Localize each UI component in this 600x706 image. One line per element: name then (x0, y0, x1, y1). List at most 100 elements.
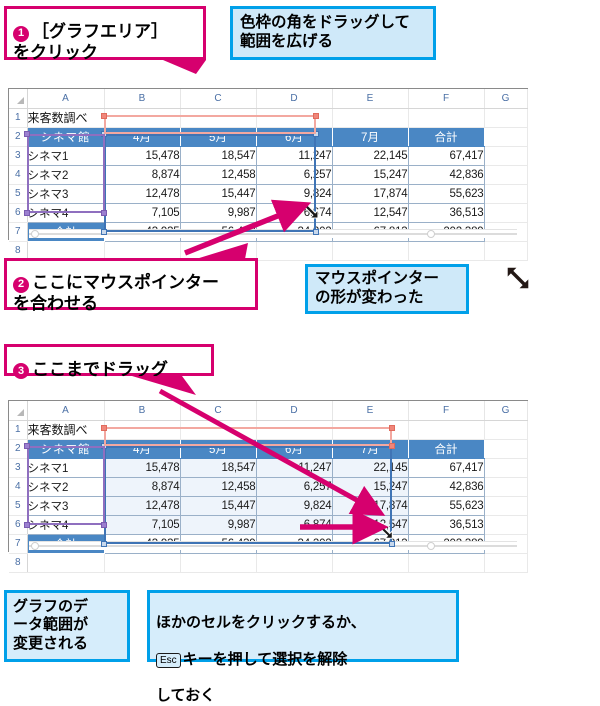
cell-D1-after[interactable] (256, 420, 333, 440)
cell-G1[interactable] (484, 108, 528, 128)
col-header-F[interactable]: F (408, 89, 485, 109)
cell-G6-after[interactable] (484, 515, 528, 535)
series-handle-bottom-left-before[interactable] (101, 229, 107, 235)
cell-F5[interactable]: 55,623 (407, 183, 485, 204)
row-header-4-after[interactable]: 4 (9, 477, 28, 497)
cell-E1[interactable] (332, 108, 409, 128)
cell-B6[interactable]: 7,105 (103, 202, 181, 223)
cell-D4[interactable]: 6,257 (255, 164, 333, 185)
category-handle-top-right-before[interactable] (313, 113, 319, 119)
series-handle-top-left-before[interactable] (101, 131, 107, 137)
cell-B3-after[interactable]: 15,478 (103, 457, 181, 478)
cell-F4-after[interactable]: 42,836 (407, 476, 485, 497)
series-handle-bottom-left-after[interactable] (101, 541, 107, 547)
row-header-8-after[interactable]: 8 (9, 553, 28, 573)
cell-G8-after[interactable] (484, 553, 528, 573)
cell-A6[interactable]: シネマ4 (26, 202, 105, 223)
cell-F8-after[interactable] (408, 553, 485, 573)
cell-C4-after[interactable]: 12,458 (179, 476, 257, 497)
category-handle-top-right-after[interactable] (389, 425, 395, 431)
cell-A5-after[interactable]: シネマ3 (26, 495, 105, 516)
cell-B4[interactable]: 8,874 (103, 164, 181, 185)
cell-E5-after[interactable]: 17,874 (331, 495, 409, 516)
cell-C5-after[interactable]: 15,447 (179, 495, 257, 516)
cell-D2-header[interactable]: 6月 (256, 127, 333, 147)
cell-E2-header[interactable]: 7月 (332, 127, 409, 147)
cell-A3[interactable]: シネマ1 (26, 145, 105, 166)
cell-B2-header[interactable]: 4月 (104, 127, 181, 147)
col-header-F-after[interactable]: F (408, 401, 485, 421)
label-handle-bottom-right-before[interactable] (101, 210, 107, 216)
scrollbar-left-knob-after[interactable] (31, 542, 39, 550)
cell-A2-header-after[interactable]: シネマ館 (27, 439, 105, 459)
cell-A5[interactable]: シネマ3 (26, 183, 105, 204)
cell-F6[interactable]: 36,513 (407, 202, 485, 223)
cell-F6-after[interactable]: 36,513 (407, 514, 485, 535)
row-header-4[interactable]: 4 (9, 165, 28, 185)
cell-D8-after[interactable] (256, 553, 333, 573)
col-header-E[interactable]: E (332, 89, 409, 109)
cell-E3-after[interactable]: 22,145 (331, 457, 409, 478)
col-header-C-after[interactable]: C (180, 401, 257, 421)
cell-F1[interactable] (408, 108, 485, 128)
scrollbar-right-knob-after[interactable] (427, 542, 435, 550)
cell-A8-after[interactable] (27, 553, 105, 573)
cell-D3-after[interactable]: 11,247 (255, 457, 333, 478)
cell-C2-header-after[interactable]: 5月 (180, 439, 257, 459)
cell-B2-header-after[interactable]: 4月 (104, 439, 181, 459)
cell-G3-after[interactable] (484, 458, 528, 478)
series-handle-bottom-right-before[interactable] (313, 229, 319, 235)
cell-D5-after[interactable]: 9,824 (255, 495, 333, 516)
col-header-D[interactable]: D (256, 89, 333, 109)
row-header-1[interactable]: 1 (9, 108, 28, 128)
cell-G6[interactable] (484, 203, 528, 223)
col-header-A[interactable]: A (27, 89, 105, 109)
cell-F3-after[interactable]: 67,417 (407, 457, 485, 478)
cell-D4-after[interactable]: 6,257 (255, 476, 333, 497)
cell-C3[interactable]: 18,547 (179, 145, 257, 166)
row-header-7[interactable]: 7 (9, 222, 28, 242)
cell-E1-after[interactable] (332, 420, 409, 440)
row-header-3[interactable]: 3 (9, 146, 28, 166)
series-handle-top-left-after[interactable] (101, 443, 107, 449)
row-header-7-after[interactable]: 7 (9, 534, 28, 554)
cell-E6-after[interactable]: 12,547 (331, 514, 409, 535)
cell-C8-after[interactable] (180, 553, 257, 573)
scrollbar-right-knob[interactable] (427, 230, 435, 238)
spreadsheet-before[interactable]: A B C D E F G 1 来客数調べ 2 シネマ館 4月 5月 6月 7月… (8, 88, 528, 261)
category-handle-bottom-right-after[interactable] (389, 443, 395, 449)
cell-B3[interactable]: 15,478 (103, 145, 181, 166)
series-handle-bottom-right-after[interactable] (389, 541, 395, 547)
cell-G2[interactable] (484, 127, 528, 147)
label-handle-top-left-before[interactable] (24, 131, 30, 137)
label-handle-bottom-left-after[interactable] (24, 522, 30, 528)
cell-A1-title-after[interactable]: 来客数調べ (27, 420, 105, 440)
cell-B1-after[interactable] (104, 420, 181, 440)
cell-G2-after[interactable] (484, 439, 528, 459)
label-handle-bottom-left-before[interactable] (24, 210, 30, 216)
cell-E3[interactable]: 22,145 (331, 145, 409, 166)
cell-A3-after[interactable]: シネマ1 (26, 457, 105, 478)
cell-G4-after[interactable] (484, 477, 528, 497)
label-handle-bottom-right-after[interactable] (101, 522, 107, 528)
cell-B8-after[interactable] (104, 553, 181, 573)
cell-F5-after[interactable]: 55,623 (407, 495, 485, 516)
cell-D1[interactable] (256, 108, 333, 128)
cell-C6-after[interactable]: 9,987 (179, 514, 257, 535)
cell-B6-after[interactable]: 7,105 (103, 514, 181, 535)
col-header-G[interactable]: G (484, 89, 528, 109)
cell-G4[interactable] (484, 165, 528, 185)
cell-E8-after[interactable] (332, 553, 409, 573)
cell-F1-after[interactable] (408, 420, 485, 440)
cell-A4-after[interactable]: シネマ2 (26, 476, 105, 497)
cell-F2-header-after[interactable]: 合計 (408, 439, 485, 459)
col-header-A-after[interactable]: A (27, 401, 105, 421)
cell-A2-header[interactable]: シネマ館 (27, 127, 105, 147)
row-header-5[interactable]: 5 (9, 184, 28, 204)
cell-B1[interactable] (104, 108, 181, 128)
cell-G8[interactable] (484, 241, 528, 261)
col-header-D-after[interactable]: D (256, 401, 333, 421)
cell-C5[interactable]: 15,447 (179, 183, 257, 204)
cell-F4[interactable]: 42,836 (407, 164, 485, 185)
cell-D2-header-after[interactable]: 6月 (256, 439, 333, 459)
